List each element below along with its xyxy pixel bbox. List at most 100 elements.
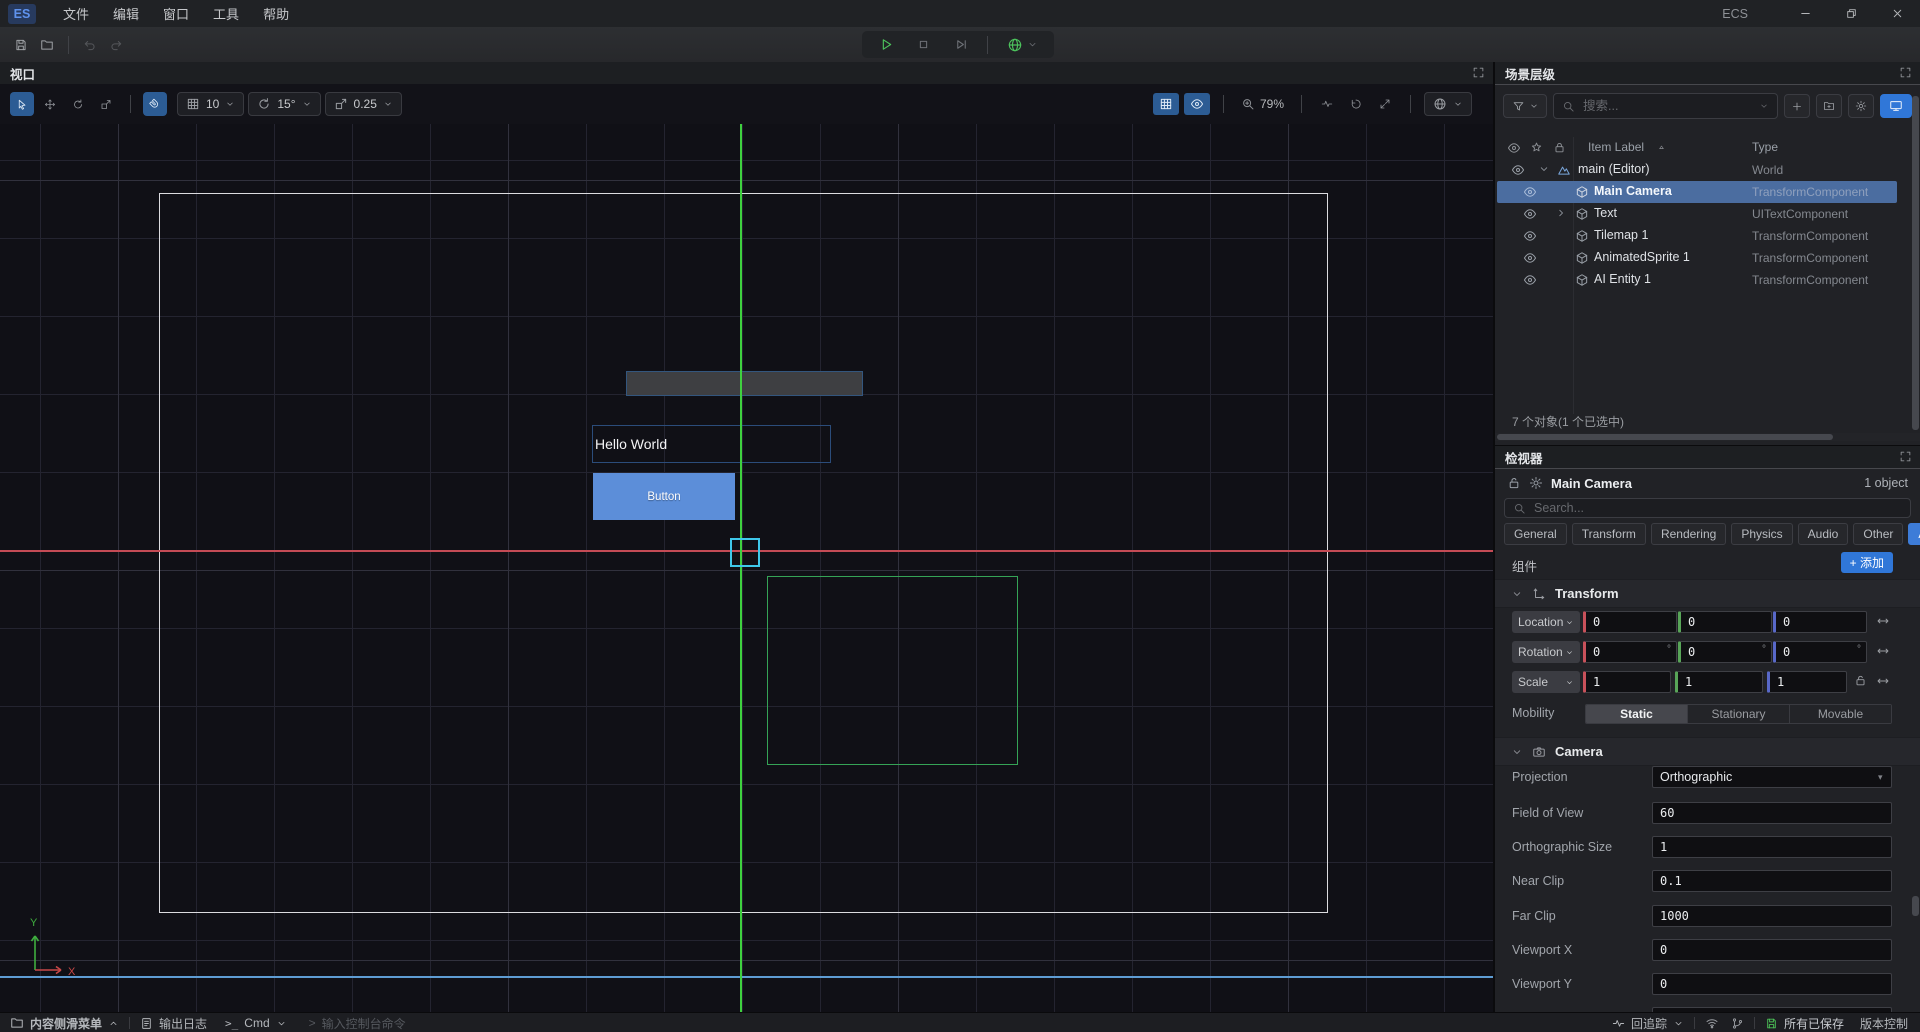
eye-column-icon[interactable] — [1507, 141, 1521, 155]
gear-icon[interactable] — [1529, 476, 1543, 490]
save-status[interactable]: 所有已保存 — [1765, 1015, 1844, 1032]
hierarchy-search-input[interactable] — [1581, 98, 1753, 114]
projection-dropdown[interactable]: Orthographic — [1652, 766, 1892, 788]
scene-object-button[interactable]: Button — [593, 473, 735, 520]
menu-window[interactable]: 窗口 — [152, 0, 200, 27]
menu-tools[interactable]: 工具 — [202, 0, 250, 27]
location-z-input[interactable] — [1773, 611, 1867, 633]
mobility-stationary[interactable]: Stationary — [1688, 705, 1790, 723]
link-values-icon[interactable] — [1876, 614, 1890, 628]
eye-icon[interactable] — [1523, 251, 1537, 265]
rotation-x-input[interactable] — [1583, 641, 1677, 663]
chevron-right-icon[interactable] — [1555, 207, 1567, 219]
star-column-icon[interactable] — [1530, 141, 1543, 154]
display-mode-button[interactable] — [1880, 94, 1912, 118]
save-button[interactable] — [8, 32, 34, 58]
hierarchy-hscrollbar[interactable] — [1495, 433, 1920, 441]
camera-section-header[interactable]: Camera — [1495, 737, 1920, 766]
mobility-static[interactable]: Static — [1586, 705, 1688, 723]
eye-icon[interactable] — [1523, 273, 1537, 287]
rotate-tool-button[interactable] — [66, 92, 90, 116]
inspector-search[interactable] — [1504, 498, 1911, 518]
tab-transform[interactable]: Transform — [1572, 523, 1646, 545]
hierarchy-search[interactable] — [1553, 93, 1778, 119]
tab-all[interactable]: All — [1908, 523, 1920, 545]
hierarchy-fullscreen-button[interactable] — [1899, 66, 1912, 79]
version-control-button[interactable]: 版本控制 — [1860, 1015, 1908, 1032]
stop-button[interactable] — [910, 33, 938, 57]
close-button[interactable] — [1874, 0, 1920, 27]
tab-audio[interactable]: Audio — [1798, 523, 1849, 545]
location-dropdown[interactable]: Location — [1512, 611, 1580, 633]
orthographic-size-input[interactable] — [1652, 836, 1892, 858]
scene-canvas[interactable]: Hello World Button Y X — [0, 124, 1493, 1012]
scale-x-input[interactable] — [1583, 671, 1671, 693]
menu-file[interactable]: 文件 — [52, 0, 100, 27]
cmd-dropdown[interactable]: >_ Cmd — [225, 1016, 287, 1030]
filter-dropdown[interactable] — [1503, 94, 1547, 118]
trace-dropdown[interactable]: 回追踪 — [1612, 1015, 1684, 1032]
type-column[interactable]: Type — [1752, 140, 1778, 154]
inspector-vscrollbar[interactable] — [1912, 896, 1919, 916]
eye-icon[interactable] — [1523, 185, 1537, 199]
app-logo[interactable]: ES — [8, 4, 36, 24]
scene-object-text[interactable]: Hello World — [592, 425, 831, 463]
scene-object-panel[interactable] — [626, 371, 863, 396]
link-values-icon[interactable] — [1876, 644, 1890, 658]
scale-snap-dropdown[interactable]: 0.25 — [325, 92, 402, 116]
step-button[interactable] — [947, 33, 975, 57]
open-project-button[interactable] — [34, 32, 60, 58]
output-log-button[interactable]: 输出日志 — [140, 1015, 207, 1032]
maximize-viewport-button[interactable] — [1373, 92, 1397, 116]
hierarchy-row-world[interactable]: main (Editor) World — [1497, 159, 1897, 181]
show-grid-button[interactable] — [1153, 93, 1179, 115]
scale-y-input[interactable] — [1675, 671, 1763, 693]
unlock-icon[interactable] — [1507, 476, 1521, 490]
field-of-view-input[interactable] — [1652, 802, 1892, 824]
rotation-y-input[interactable] — [1678, 641, 1772, 663]
unlock-icon[interactable] — [1854, 674, 1867, 687]
eye-icon[interactable] — [1523, 229, 1537, 243]
viewport-fullscreen-button[interactable] — [1472, 66, 1485, 79]
scene-object-region[interactable] — [767, 576, 1018, 765]
move-tool-button[interactable] — [38, 92, 62, 116]
world-dropdown[interactable] — [1424, 92, 1472, 116]
rotation-dropdown[interactable]: Rotation — [1512, 641, 1580, 663]
redo-button[interactable] — [103, 32, 129, 58]
new-folder-button[interactable] — [1816, 94, 1842, 118]
far-clip-input[interactable] — [1652, 905, 1892, 927]
zoom-level-button[interactable]: 79% — [1237, 92, 1288, 116]
hierarchy-settings-button[interactable] — [1848, 94, 1874, 118]
chevron-down-icon[interactable] — [1538, 163, 1550, 175]
inspector-fullscreen-button[interactable] — [1899, 450, 1912, 463]
reset-view-button[interactable] — [1344, 92, 1368, 116]
snap-toggle-button[interactable] — [143, 92, 167, 116]
viewport-y-input[interactable] — [1652, 973, 1892, 995]
tab-rendering[interactable]: Rendering — [1651, 523, 1726, 545]
hierarchy-row-text[interactable]: Text UITextComponent — [1497, 203, 1897, 225]
lock-column-icon[interactable] — [1553, 141, 1566, 154]
tab-other[interactable]: Other — [1853, 523, 1903, 545]
hierarchy-row-animatedsprite[interactable]: AnimatedSprite 1 TransformComponent — [1497, 247, 1897, 269]
maximize-button[interactable] — [1828, 0, 1874, 27]
undo-button[interactable] — [77, 32, 103, 58]
scale-z-input[interactable] — [1767, 671, 1847, 693]
near-clip-input[interactable] — [1652, 870, 1892, 892]
content-drawer-button[interactable]: 内容侧滑菜单 — [10, 1015, 119, 1032]
viewport-x-input[interactable] — [1652, 939, 1892, 961]
play-button[interactable] — [872, 33, 900, 57]
hscrollbar-thumb[interactable] — [1497, 434, 1833, 440]
rotation-snap-dropdown[interactable]: 15° — [248, 92, 320, 116]
location-y-input[interactable] — [1678, 611, 1772, 633]
stats-button[interactable] — [1315, 92, 1339, 116]
eye-icon[interactable] — [1523, 207, 1537, 221]
item-label-column[interactable]: Item Label — [1588, 140, 1644, 154]
console-command-input[interactable]: > 输入控制台命令 — [309, 1015, 406, 1032]
inspector-search-input[interactable] — [1532, 500, 1902, 516]
network-status-icon[interactable] — [1705, 1016, 1719, 1030]
transform-section-header[interactable]: Transform — [1495, 579, 1920, 608]
launch-mode-dropdown[interactable] — [1000, 33, 1044, 57]
minimize-button[interactable] — [1782, 0, 1828, 27]
menu-help[interactable]: 帮助 — [252, 0, 300, 27]
menu-edit[interactable]: 编辑 — [102, 0, 150, 27]
